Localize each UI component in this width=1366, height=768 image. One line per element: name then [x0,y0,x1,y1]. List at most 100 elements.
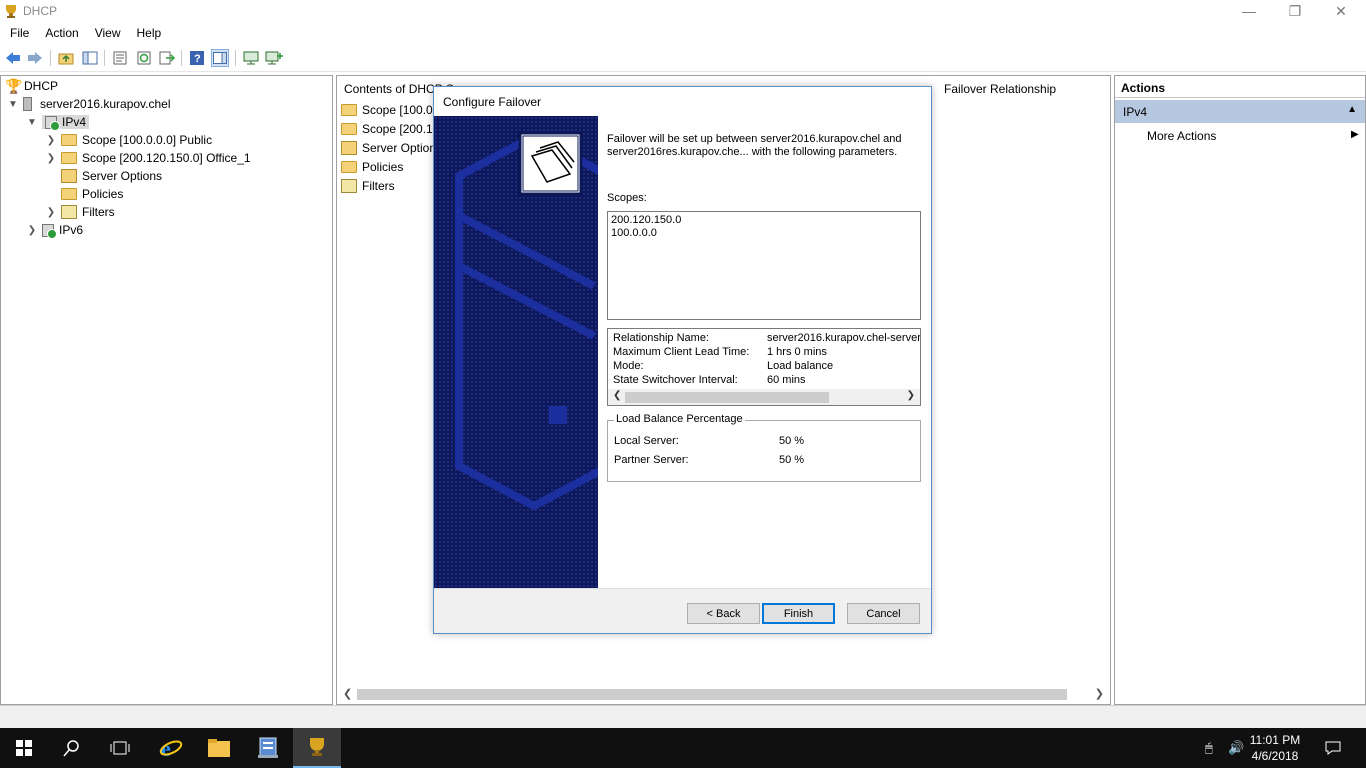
filter-icon [61,205,77,219]
forward-arrow-icon[interactable] [26,49,44,67]
tree-item-server-options[interactable]: Server Options [61,167,162,185]
parameters-list[interactable]: Relationship Name: server2016.kurapov.ch… [607,328,921,406]
param-key: Relationship Name: [613,332,709,344]
param-value: Load balance [767,360,834,372]
param-key: Maximum Client Lead Time: [613,346,750,358]
search-icon[interactable] [48,728,96,768]
show-hide-tree-icon[interactable] [81,49,99,67]
up-folder-icon[interactable] [57,49,75,67]
add-server-icon[interactable] [265,49,283,67]
internet-explorer-icon[interactable]: e [147,728,195,768]
param-key: State Switchover Interval: [613,374,738,386]
clock[interactable]: 11:01 PM 4/6/2018 [1244,732,1306,764]
ipv6-icon [42,223,57,239]
clock-time: 11:01 PM [1249,733,1301,747]
load-balance-group: Load Balance Percentage Local Server: 50… [607,413,921,482]
toolbar-separator [50,50,51,66]
back-button[interactable]: < Back [687,603,760,624]
tree-label: Filters [82,205,115,219]
windows-start-icon[interactable] [0,728,48,768]
intro-text: Failover will be set up between server20… [607,133,902,158]
list-item[interactable]: 100.0.0.0 [611,227,917,240]
menu-view[interactable]: View [87,23,129,44]
task-view-icon[interactable] [96,728,144,768]
file-explorer-icon[interactable] [195,728,243,768]
dhcp-taskbar-icon[interactable] [293,728,341,768]
tree-label: DHCP [24,79,59,93]
parameters-scrollbar[interactable]: ❮ ❯ [608,389,920,405]
scroll-right-icon[interactable]: ❯ [1095,687,1104,700]
menu-bar: File Action View Help [0,23,1366,44]
scroll-left-icon[interactable]: ❮ [613,390,621,401]
svg-text:?: ? [194,53,201,65]
scrollbar-thumb[interactable] [625,392,829,403]
menu-action[interactable]: Action [37,23,86,44]
selected-node[interactable]: IPv4 [42,115,90,131]
scroll-left-icon[interactable]: ❮ [343,687,352,700]
tree-label: Scope [200.120.150.0] Office_1 [82,151,251,165]
scopes-list[interactable]: 200.120.150.0 100.0.0.0 [607,211,921,320]
param-value: 1 hrs 0 mins [767,346,827,358]
folder-icon [341,123,357,135]
notifications-icon[interactable] [1325,740,1341,759]
actions-pane: Actions IPv4 ▲ More Actions ▶ [1114,75,1366,705]
server-manager-icon[interactable] [244,728,292,768]
list-item[interactable]: Server Option [341,139,436,157]
tree-item-scope-200[interactable]: ❯ Scope [200.120.150.0] Office_1 [45,149,251,167]
local-server-row: Local Server: 50 % [614,435,804,447]
tree-item-ipv4[interactable]: ▼ IPv4 [26,113,90,131]
chevron-right-icon[interactable]: ❯ [26,225,38,236]
properties-icon[interactable] [111,49,129,67]
chevron-right-icon[interactable]: ❯ [45,153,57,164]
more-actions-link[interactable]: More Actions [1147,129,1216,143]
collapse-up-icon[interactable]: ▲ [1347,104,1357,115]
list-item[interactable]: Policies [341,158,403,176]
tree-item-server[interactable]: ▼ server2016.kurapov.chel [7,95,171,113]
finish-button[interactable]: Finish [762,603,835,624]
tree-label: Server Options [82,169,163,183]
partner-server-value: 50 % [779,454,805,466]
cancel-button[interactable]: Cancel [847,603,920,624]
server-options-icon [61,169,77,183]
chevron-down-icon[interactable]: ▼ [7,99,19,110]
tree-item-filters[interactable]: ❯ Filters [45,203,115,221]
param-value: server2016.kurapov.chel-server2 [767,332,921,344]
action-pane-icon[interactable] [211,49,229,67]
scrollbar-thumb[interactable] [357,689,1067,700]
load-balance-title: Load Balance Percentage [614,413,745,425]
list-item[interactable]: Filters [341,177,395,195]
back-arrow-icon[interactable] [4,49,22,67]
local-server-label: Local Server: [614,435,679,447]
folder-icon [61,152,77,164]
server-display-icon[interactable] [242,49,260,67]
actions-group-ipv4[interactable]: IPv4 ▲ [1115,100,1365,123]
chevron-down-icon[interactable]: ▼ [26,117,38,128]
tree-item-ipv6[interactable]: ❯ IPv6 [26,221,83,239]
scroll-right-icon[interactable]: ❯ [907,390,915,401]
chevron-right-icon[interactable]: ❯ [45,135,57,146]
minimize-button[interactable]: — [1226,0,1272,22]
tree-item-policies[interactable]: Policies [61,185,123,203]
tree-item-dhcp[interactable]: 🏆 DHCP [5,77,58,95]
horizontal-scrollbar[interactable]: ❮ ❯ [339,685,1108,702]
tree-label: server2016.kurapov.chel [40,97,171,111]
restore-button[interactable]: ❐ [1272,0,1318,22]
menu-help[interactable]: Help [129,23,170,44]
export-list-icon[interactable] [158,49,176,67]
network-icon[interactable]: 🖱 [1205,740,1213,756]
refresh-icon[interactable] [135,49,153,67]
policies-icon [341,161,357,173]
help-icon[interactable]: ? [188,49,206,67]
chevron-right-icon[interactable]: ❯ [45,207,57,218]
list-item[interactable]: Scope [200.12 [341,120,439,138]
close-button[interactable]: ✕ [1318,0,1364,22]
list-item[interactable]: 200.120.150.0 [611,214,917,227]
dhcp-app-icon [4,4,18,18]
tree-item-scope-100[interactable]: ❯ Scope [100.0.0.0] Public [45,131,212,149]
column-failover-relationship[interactable]: Failover Relationship [944,82,1056,96]
menu-file[interactable]: File [2,23,37,44]
window-title: DHCP [23,4,58,18]
volume-icon[interactable]: 🔊 [1228,740,1244,756]
list-item-label: Scope [200.12 [362,122,440,136]
list-item[interactable]: Scope [100.0.0 [341,101,443,119]
